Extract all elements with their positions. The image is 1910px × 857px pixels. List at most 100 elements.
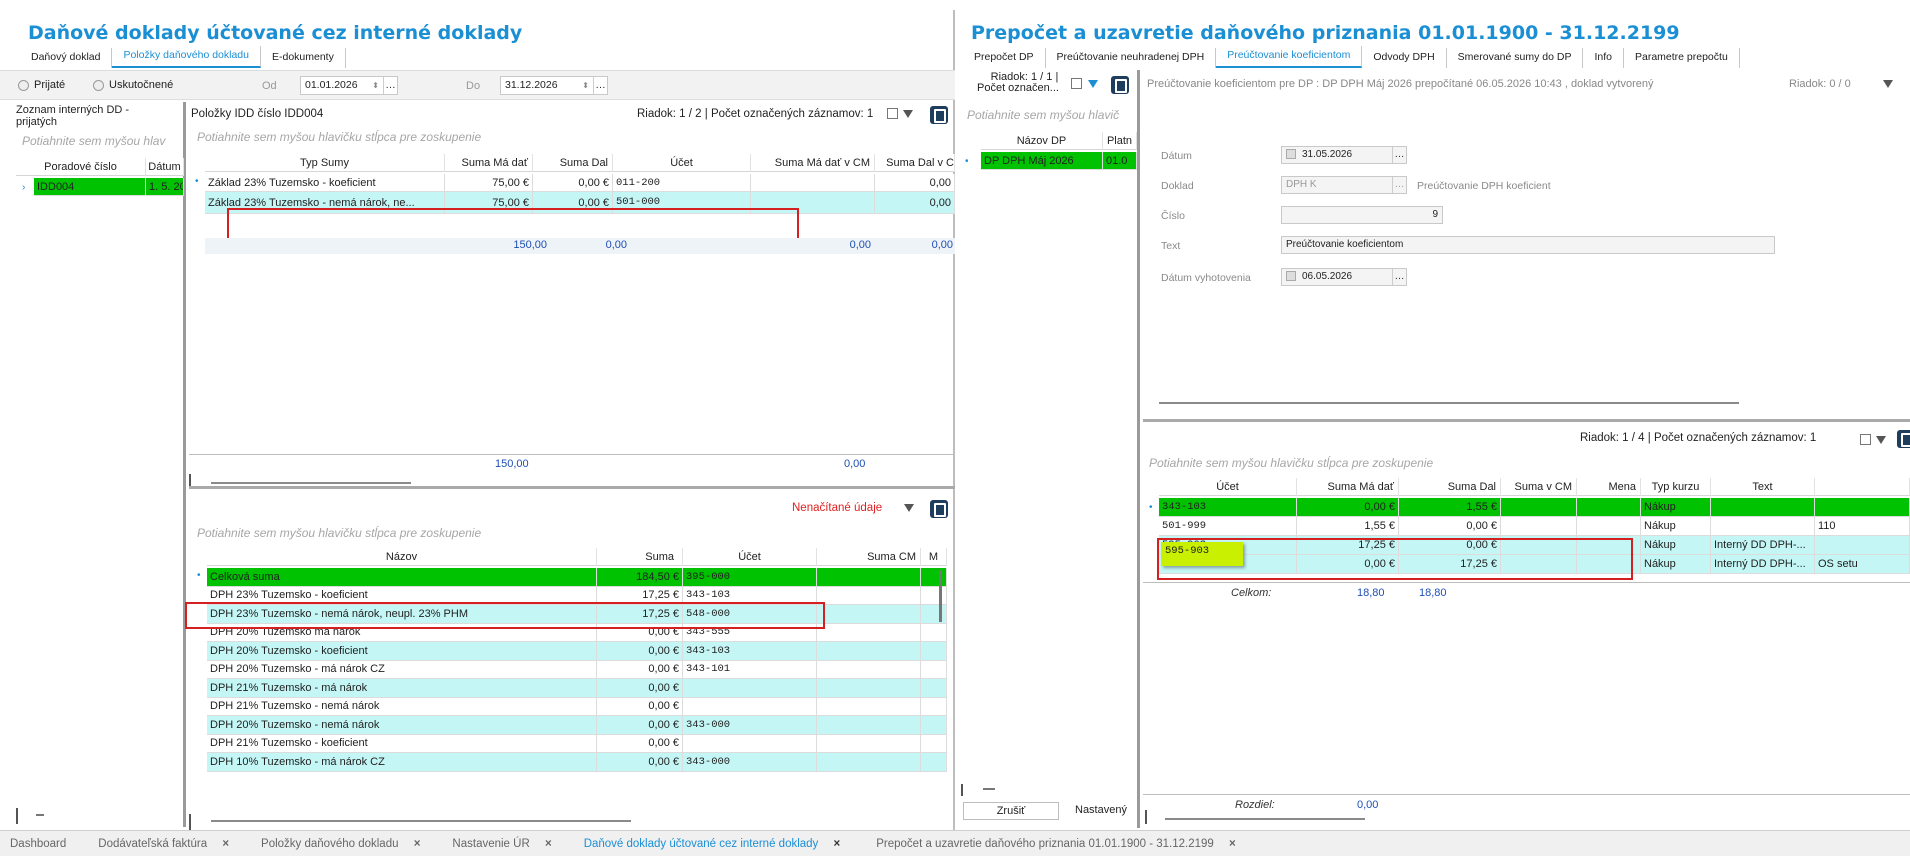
bottom-tab-dodavatelska-faktura[interactable]: Dodávateľská faktúra × [78, 838, 241, 850]
collapse-handle[interactable] [1145, 810, 1147, 824]
list-view-icon[interactable] [887, 108, 898, 119]
tab-polozky-danoveho-dokladu[interactable]: Položky daňového dokladu [112, 46, 261, 68]
cancel-button[interactable]: Zrušiť [963, 802, 1059, 820]
table-row[interactable]: DPH 21% Tuzemsko - nemá nárok 0,00 € [207, 697, 947, 716]
col-nazov[interactable]: Názov [207, 547, 597, 566]
tab-odvody-dph[interactable]: Odvody DPH [1362, 48, 1447, 68]
bottom-tab-dashboard[interactable]: Dashboard [0, 838, 78, 850]
close-icon[interactable]: × [834, 838, 841, 850]
tab-e-dokumenty[interactable]: E-dokumenty [261, 48, 346, 68]
group-hint[interactable]: Potiahnite sem myšou hlavič [967, 108, 1137, 122]
export-icon[interactable] [930, 500, 948, 518]
table-row[interactable]: DPH 20% Tuzemsko - má nárok CZ 0,00 €343-… [207, 660, 947, 679]
filter-icon[interactable] [904, 504, 914, 512]
collapse-handle[interactable] [961, 784, 963, 796]
group-hint[interactable]: Potiahnite sem myšou hlavičku stĺpca pre… [1149, 456, 1433, 470]
tab-danovy-doklad[interactable]: Daňový doklad [20, 48, 113, 68]
col-suma-dal[interactable]: Suma Dal [533, 153, 613, 172]
filter-icon[interactable] [903, 110, 913, 118]
col-text[interactable]: Text [1711, 477, 1815, 496]
group-hint[interactable]: Potiahnite sem myšou hlav [22, 134, 182, 148]
table-row[interactable]: DPH 21% Tuzemsko - koeficient 0,00 € [207, 734, 947, 753]
col-suma-cm[interactable]: Suma CM [817, 547, 921, 566]
filter-icon[interactable] [1876, 436, 1886, 444]
table-row[interactable]: 501-999 1,55 €0,00 € Nákup 110 [1159, 517, 1910, 536]
col-extra[interactable] [1815, 477, 1910, 496]
splitter[interactable] [189, 486, 955, 489]
collapse-handle[interactable] [189, 474, 191, 486]
table-row[interactable]: Celková suma 184,50 €395-000 [207, 567, 947, 587]
date-field[interactable]: 31.05.2026… [1281, 146, 1407, 164]
tab-preuctovanie-neuhradenej-dph[interactable]: Preúčtovanie neuhradenej DPH [1046, 48, 1217, 68]
ellipsis-button[interactable]: … [593, 77, 607, 94]
horizontal-scrollbar[interactable] [1165, 818, 1365, 820]
col-datum[interactable]: Dátum [146, 157, 184, 176]
tab-prepocet-dp[interactable]: Prepočet DP [963, 48, 1046, 68]
radio-received[interactable]: Prijaté [18, 79, 65, 91]
col-platnost[interactable]: Platn [1103, 131, 1137, 150]
col-ucet[interactable]: Účet [613, 153, 751, 172]
col-mena[interactable]: Mena [1577, 477, 1641, 496]
col-m[interactable]: M [921, 547, 947, 566]
list-view-icon[interactable] [1071, 78, 1082, 89]
filter-icon[interactable] [1883, 80, 1893, 88]
vat-vertical-scrollbar[interactable] [939, 570, 942, 622]
col-suma-ma-dat-cm[interactable]: Suma Má dať v CM [751, 153, 875, 172]
col-suma-cm[interactable]: Suma v CM [1501, 477, 1577, 496]
collapse-handle[interactable] [189, 814, 191, 830]
bottom-tab-nastavenie-ur[interactable]: Nastavenie ÚR × [432, 838, 563, 850]
list-item[interactable]: IDD004 1. 5. 20 [34, 177, 184, 196]
horizontal-scrollbar[interactable] [1159, 402, 1739, 404]
bottom-tab-polozky[interactable]: Položky daňového dokladu × [241, 838, 432, 850]
filter-icon[interactable] [1088, 80, 1098, 88]
ellipsis-button[interactable]: … [383, 77, 397, 94]
col-suma-ma-dat[interactable]: Suma Má dať [445, 153, 533, 172]
from-date-input[interactable]: 01.01.2026 ⬍… [300, 76, 398, 95]
ellipsis-button[interactable]: … [1392, 147, 1406, 163]
close-icon[interactable]: × [545, 838, 552, 850]
table-row[interactable]: DPH 21% Tuzemsko - má nárok 0,00 € [207, 678, 947, 698]
horizontal-scrollbar[interactable] [211, 820, 631, 822]
bottom-tab-prepocet[interactable]: Prepočet a uzavretie daňového priznania … [852, 838, 1248, 850]
col-suma-ma-dat[interactable]: Suma Má dať [1297, 477, 1399, 496]
table-row[interactable]: DPH 10% Tuzemsko - má nárok CZ 0,00 €343-… [207, 752, 947, 772]
tab-parametre-prepoctu[interactable]: Parametre prepočtu [1624, 48, 1740, 68]
col-ucet[interactable]: Účet [1159, 477, 1297, 496]
group-hint[interactable]: Potiahnite sem myšou hlavičku stĺpca pre… [197, 526, 481, 540]
to-date-input[interactable]: 31.12.2026 ⬍… [500, 76, 608, 95]
export-icon[interactable] [1897, 430, 1910, 448]
checkbox-icon[interactable] [1286, 271, 1296, 282]
bottom-tab-danove-doklady[interactable]: Daňové doklady účtované cez interné dokl… [564, 838, 853, 850]
text-field[interactable]: Preúčtovanie koeficientom [1281, 236, 1775, 254]
number-field[interactable]: 9 [1281, 206, 1443, 224]
col-suma[interactable]: Suma [597, 547, 683, 566]
export-icon[interactable] [930, 106, 948, 124]
close-icon[interactable]: × [414, 838, 421, 850]
checkbox-icon[interactable] [1286, 149, 1296, 160]
radio-realized[interactable]: Uskutočnené [93, 79, 173, 91]
ellipsis-button[interactable]: … [1392, 269, 1406, 285]
collapse-handle[interactable] [16, 808, 18, 824]
horizontal-scrollbar[interactable] [211, 482, 411, 484]
close-icon[interactable]: × [1229, 838, 1236, 850]
created-date-field[interactable]: 06.05.2026… [1281, 268, 1407, 286]
table-row[interactable]: 343-103 0,00 €1,55 € Nákup [1159, 498, 1910, 517]
col-typ-sumy[interactable]: Typ Sumy [205, 153, 445, 172]
list-view-icon[interactable] [1860, 434, 1871, 445]
tab-smerovane-sumy[interactable]: Smerované sumy do DP [1447, 48, 1584, 68]
export-icon[interactable] [1111, 76, 1129, 94]
close-icon[interactable]: × [222, 838, 229, 850]
tab-preuctovanie-koeficientom[interactable]: Preúčtovanie koeficientom [1216, 46, 1363, 68]
col-suma-dal-cm[interactable]: Suma Dal v C [875, 153, 955, 172]
table-row[interactable]: DPH 20% Tuzemsko - nemá nárok 0,00 €343-0… [207, 715, 947, 735]
table-row[interactable]: Základ 23% Tuzemsko - koeficient 75,00 €… [205, 173, 955, 192]
col-poradove-cislo[interactable]: Poradové číslo [16, 157, 146, 176]
col-suma-dal[interactable]: Suma Dal [1399, 477, 1501, 496]
col-ucet[interactable]: Účet [683, 547, 817, 566]
group-hint[interactable]: Potiahnite sem myšou hlavičku stĺpca pre… [197, 130, 481, 144]
ellipsis-button[interactable]: … [1392, 177, 1406, 193]
tab-info[interactable]: Info [1583, 48, 1624, 68]
col-nazov-dp[interactable]: Názov DP [981, 131, 1103, 150]
table-row[interactable]: DPH 20% Tuzemsko - koeficient 0,00 €343-1… [207, 641, 947, 661]
col-typ-kurzu[interactable]: Typ kurzu [1641, 477, 1711, 496]
